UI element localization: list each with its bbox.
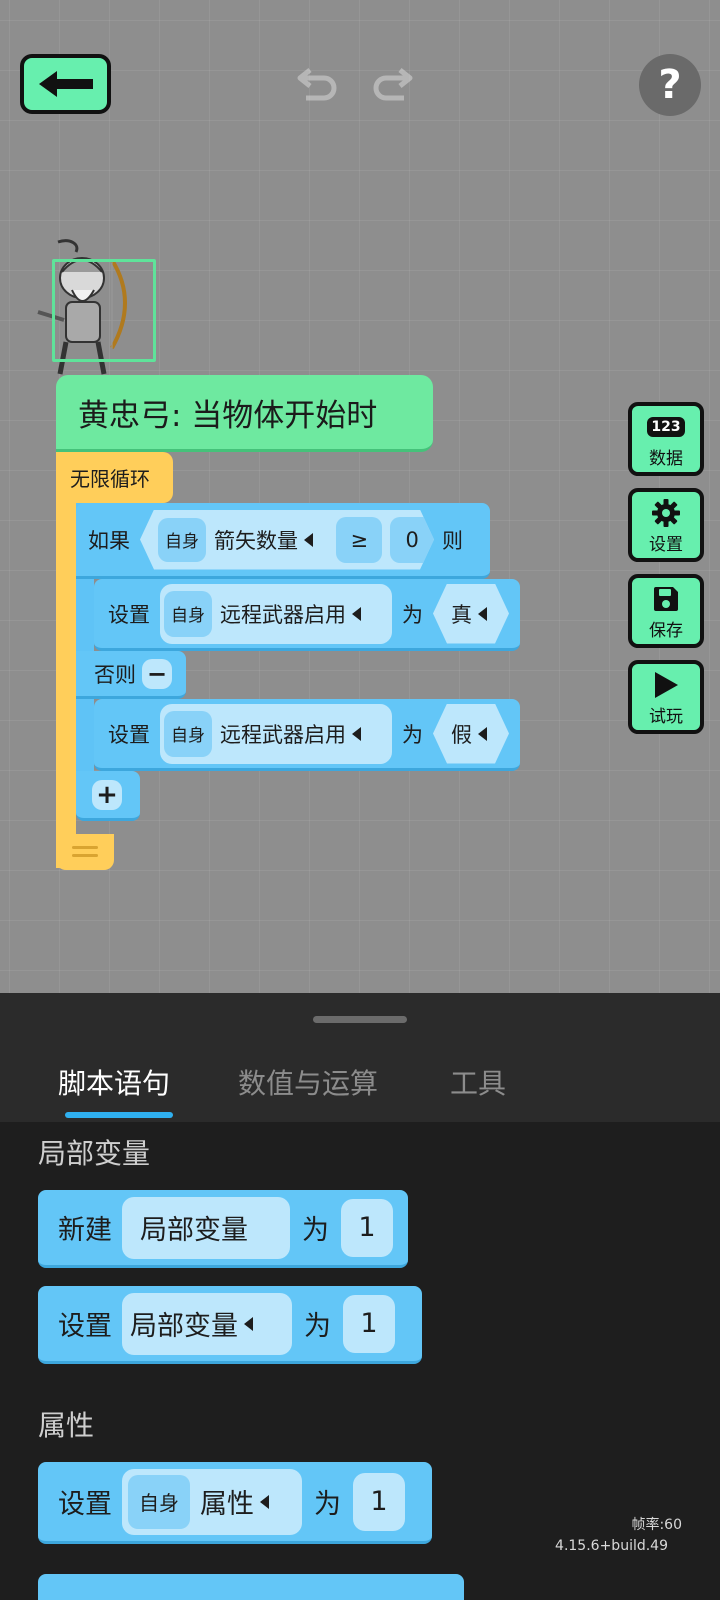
- set-property-block[interactable]: 设置 自身 远程武器启用 为 假: [94, 699, 520, 771]
- dropdown-arrow-icon[interactable]: [304, 533, 313, 547]
- boolean-dropdown[interactable]: 假: [433, 704, 509, 764]
- target-chip[interactable]: 自身: [158, 518, 206, 562]
- settings-button-label: 设置: [649, 534, 683, 555]
- data-button-label: 数据: [649, 448, 683, 469]
- value-chip[interactable]: 0: [390, 517, 434, 563]
- variable-name-text: 局部变量: [140, 1215, 248, 1246]
- if-label: 如果: [88, 528, 130, 553]
- to-label: 为: [304, 1311, 331, 1342]
- redo-icon[interactable]: [370, 64, 414, 104]
- set-label: 设置: [108, 602, 150, 627]
- data-button[interactable]: 123 数据: [628, 402, 704, 476]
- dropdown-arrow-icon[interactable]: [352, 726, 361, 741]
- else-block[interactable]: 否则 −: [76, 651, 186, 699]
- drag-handle-icon[interactable]: [72, 845, 98, 859]
- new-label: 新建: [58, 1215, 112, 1246]
- if-block-footer[interactable]: +: [76, 771, 140, 821]
- tab-script-statements[interactable]: 脚本语句: [58, 1062, 170, 1102]
- dropdown-arrow-icon[interactable]: [352, 606, 361, 621]
- data-icon: 123: [647, 416, 685, 437]
- to-label: 为: [314, 1489, 341, 1520]
- set-property-block[interactable]: 设置 自身 远程武器启用 为 真: [94, 579, 520, 651]
- remove-branch-button[interactable]: −: [142, 658, 172, 689]
- variable-pill[interactable]: 自身 箭矢数量: [154, 514, 328, 566]
- variable-dropdown[interactable]: 局部变量: [122, 1292, 292, 1355]
- attribute-name: 属性: [200, 1489, 254, 1520]
- version-label: 4.15.6+build.49: [555, 1538, 668, 1554]
- set-label: 设置: [108, 722, 150, 747]
- value-input[interactable]: 1: [353, 1472, 405, 1531]
- dropdown-arrow-icon[interactable]: [260, 1494, 269, 1509]
- fps-counter: 帧率:60: [631, 1517, 682, 1533]
- value-input[interactable]: 1: [341, 1198, 393, 1257]
- property-pill[interactable]: 自身 远程武器启用: [160, 583, 392, 644]
- loop-spine: [56, 452, 76, 868]
- arrow-left-icon: [38, 71, 93, 97]
- target-chip[interactable]: 自身: [164, 590, 212, 637]
- then-label: 则: [442, 528, 463, 553]
- dropdown-arrow-icon: [478, 607, 487, 621]
- palette-list[interactable]: 局部变量 新建 局部变量 为 1 设置 局部变量 为 1 属性 设置 自身 属性…: [0, 1122, 720, 1600]
- dropdown-arrow-icon: [244, 1316, 253, 1331]
- play-button-label: 试玩: [649, 706, 683, 727]
- back-button[interactable]: [20, 54, 111, 114]
- value-input[interactable]: 1: [343, 1294, 395, 1353]
- set-label: 设置: [58, 1489, 112, 1520]
- set-local-variable-block[interactable]: 设置 局部变量 为 1: [38, 1286, 422, 1364]
- operator-chip[interactable]: ≥: [336, 517, 382, 563]
- save-button-label: 保存: [649, 620, 683, 641]
- gear-icon: [652, 498, 680, 527]
- next-palette-block[interactable]: [38, 1574, 464, 1600]
- boolean-dropdown[interactable]: 真: [433, 584, 509, 644]
- loop-footer[interactable]: [56, 834, 114, 870]
- section-local-variables: 局部变量: [38, 1137, 151, 1170]
- save-icon: [654, 586, 678, 611]
- if-block[interactable]: 如果 自身 箭矢数量 ≥ 0 则: [76, 503, 490, 579]
- variable-name-input[interactable]: 局部变量: [122, 1196, 290, 1259]
- section-attributes: 属性: [38, 1409, 95, 1442]
- to-label: 为: [402, 722, 423, 747]
- property-pill[interactable]: 自身 远程武器启用: [160, 703, 392, 764]
- panel-drag-handle[interactable]: [313, 1016, 407, 1023]
- target-chip[interactable]: 自身: [128, 1474, 190, 1529]
- boolean-value: 真: [451, 602, 472, 627]
- event-hat-block[interactable]: 黄忠弓: 当物体开始时: [56, 375, 433, 452]
- variable-name-text: 局部变量: [130, 1311, 238, 1342]
- play-icon: [655, 671, 678, 698]
- selection-box: [52, 259, 156, 362]
- add-branch-button[interactable]: +: [92, 779, 122, 810]
- attribute-pill[interactable]: 自身 属性: [122, 1468, 302, 1535]
- property-name: 远程武器启用: [220, 722, 346, 747]
- active-tab-indicator: [65, 1112, 173, 1118]
- boolean-value: 假: [451, 722, 472, 747]
- hat-block-label: 黄忠弓: 当物体开始时: [78, 397, 378, 434]
- loop-label: 无限循环: [70, 467, 150, 491]
- to-label: 为: [302, 1215, 329, 1246]
- play-button[interactable]: 试玩: [628, 660, 704, 734]
- help-button[interactable]: ?: [639, 54, 701, 116]
- set-label: 设置: [58, 1311, 112, 1342]
- save-button[interactable]: 保存: [628, 574, 704, 648]
- dropdown-arrow-icon: [478, 727, 487, 741]
- undo-icon[interactable]: [296, 64, 340, 104]
- property-name: 远程武器启用: [220, 602, 346, 627]
- target-chip[interactable]: 自身: [164, 710, 212, 757]
- set-attribute-block[interactable]: 设置 自身 属性 为 1: [38, 1462, 432, 1544]
- condition-slot[interactable]: 自身 箭矢数量 ≥ 0: [140, 510, 434, 570]
- to-label: 为: [402, 602, 423, 627]
- tab-values-operations[interactable]: 数值与运算: [238, 1062, 378, 1102]
- forever-loop-block[interactable]: 无限循环: [56, 452, 173, 503]
- new-local-variable-block[interactable]: 新建 局部变量 为 1: [38, 1190, 408, 1268]
- settings-button[interactable]: 设置: [628, 488, 704, 562]
- variable-name: 箭矢数量: [214, 528, 298, 553]
- script-canvas[interactable]: ? 黄忠弓: 当物体开始时 无限循环 如果 自身 箭矢数量 ≥ 0 则 设置 自…: [0, 0, 720, 993]
- tab-tools[interactable]: 工具: [450, 1062, 506, 1102]
- else-label: 否则: [94, 662, 136, 687]
